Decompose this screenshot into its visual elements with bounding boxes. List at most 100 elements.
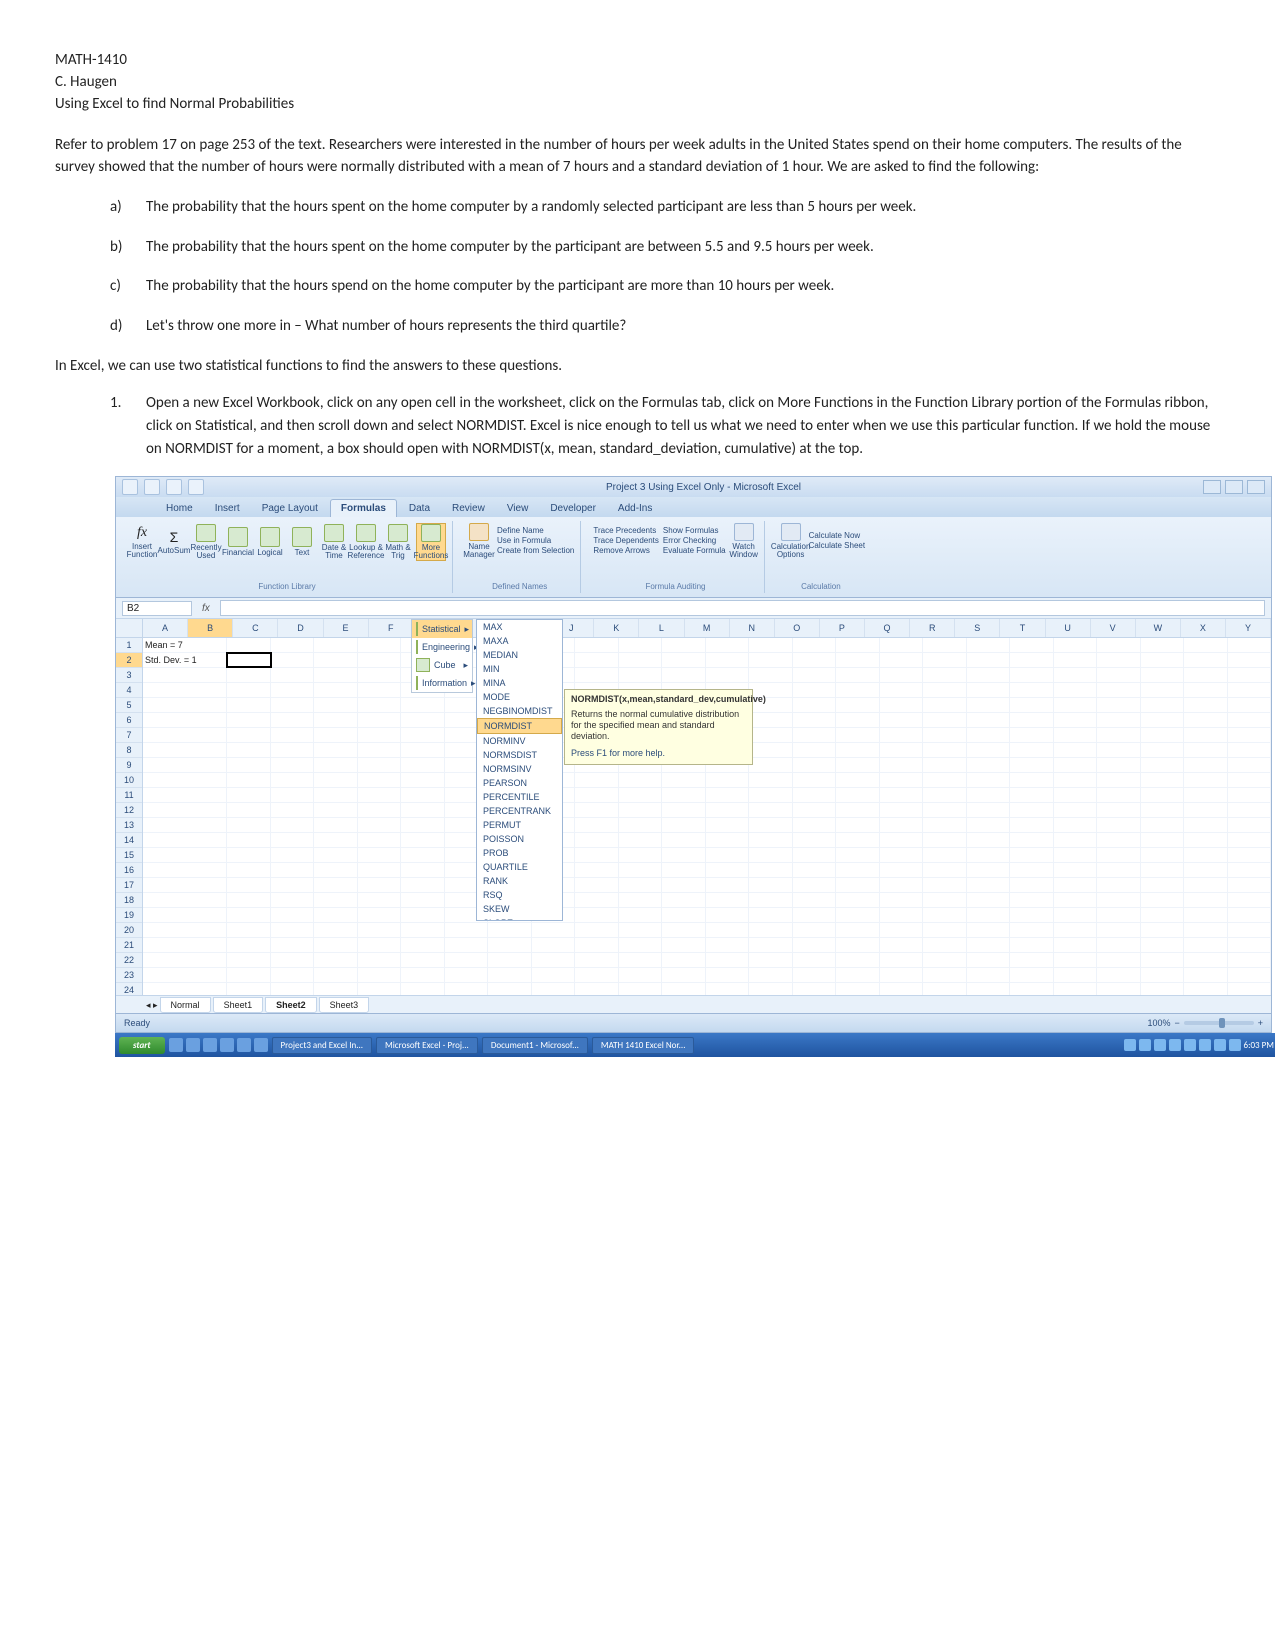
cell[interactable] — [880, 953, 924, 967]
cell[interactable] — [1228, 893, 1272, 907]
function-item[interactable]: MAXA — [477, 634, 562, 648]
cell[interactable] — [227, 968, 271, 982]
cell[interactable] — [1228, 938, 1272, 952]
error-checking-item[interactable]: Error Checking — [663, 536, 726, 546]
sheet-tab-sheet3[interactable]: Sheet3 — [319, 997, 370, 1013]
cell[interactable] — [1054, 818, 1098, 832]
remove-arrows-item[interactable]: Remove Arrows — [593, 546, 659, 556]
cell[interactable] — [836, 788, 880, 802]
cell[interactable] — [1010, 683, 1054, 697]
cell[interactable] — [314, 788, 358, 802]
cell[interactable] — [706, 638, 750, 652]
cell[interactable] — [1184, 878, 1228, 892]
cell[interactable] — [1097, 953, 1141, 967]
cell[interactable] — [662, 653, 706, 667]
menu-item-information[interactable]: Information▸ — [412, 674, 472, 692]
cell[interactable] — [445, 953, 489, 967]
cell[interactable] — [880, 893, 924, 907]
name-manager-button[interactable]: Name Manager — [465, 523, 493, 559]
cell[interactable] — [227, 698, 271, 712]
taskbar-item[interactable]: Document1 - Microsof... — [482, 1037, 588, 1054]
cell[interactable] — [793, 638, 837, 652]
cell[interactable] — [967, 878, 1011, 892]
cell[interactable] — [1010, 668, 1054, 682]
cell[interactable] — [358, 683, 402, 697]
cell[interactable] — [1141, 833, 1185, 847]
cell[interactable] — [227, 908, 271, 922]
cell[interactable] — [1184, 848, 1228, 862]
cell[interactable] — [619, 653, 663, 667]
cell[interactable] — [967, 833, 1011, 847]
row-header[interactable]: 1 — [116, 638, 142, 653]
undo-icon[interactable] — [166, 479, 182, 495]
sheet-tab-normal[interactable]: Normal — [160, 997, 211, 1013]
cell[interactable] — [271, 698, 315, 712]
cell[interactable] — [488, 953, 532, 967]
cell[interactable] — [1054, 743, 1098, 757]
tray-icon[interactable] — [1214, 1039, 1226, 1051]
cell[interactable] — [1228, 788, 1272, 802]
cell[interactable] — [532, 938, 576, 952]
cell[interactable] — [401, 803, 445, 817]
cell[interactable] — [619, 803, 663, 817]
cell[interactable] — [271, 668, 315, 682]
cell[interactable] — [662, 893, 706, 907]
cell[interactable] — [1141, 803, 1185, 817]
minimize-icon[interactable] — [1203, 480, 1221, 494]
function-item[interactable]: SLOPE — [477, 916, 562, 921]
cell[interactable] — [1228, 818, 1272, 832]
cell[interactable] — [271, 878, 315, 892]
cell[interactable] — [401, 728, 445, 742]
cell[interactable] — [662, 818, 706, 832]
tray-icon[interactable] — [1169, 1039, 1181, 1051]
cell[interactable] — [143, 878, 227, 892]
cell[interactable] — [1184, 908, 1228, 922]
text-button[interactable]: Text — [288, 524, 316, 560]
cell[interactable] — [1054, 653, 1098, 667]
show-formulas-item[interactable]: Show Formulas — [663, 526, 726, 536]
close-icon[interactable] — [1247, 480, 1265, 494]
cell[interactable] — [401, 923, 445, 937]
cell[interactable] — [967, 698, 1011, 712]
cell[interactable] — [1054, 728, 1098, 742]
cell[interactable] — [662, 773, 706, 787]
cell[interactable] — [143, 893, 227, 907]
cell[interactable] — [1097, 713, 1141, 727]
cell[interactable] — [706, 923, 750, 937]
cell[interactable] — [619, 968, 663, 982]
column-header[interactable]: S — [955, 619, 1000, 637]
cell[interactable] — [1184, 953, 1228, 967]
cell[interactable] — [358, 698, 402, 712]
column-header[interactable]: M — [685, 619, 730, 637]
cell[interactable] — [836, 713, 880, 727]
cell[interactable] — [923, 803, 967, 817]
cell[interactable] — [749, 848, 793, 862]
cell[interactable] — [271, 953, 315, 967]
cell[interactable] — [1097, 923, 1141, 937]
cell[interactable] — [1141, 893, 1185, 907]
cell[interactable] — [1141, 698, 1185, 712]
cell[interactable] — [401, 968, 445, 982]
cell[interactable] — [836, 863, 880, 877]
cell[interactable] — [271, 848, 315, 862]
cell[interactable] — [1054, 863, 1098, 877]
cell[interactable] — [1228, 863, 1272, 877]
cell[interactable] — [793, 893, 837, 907]
cell[interactable] — [706, 938, 750, 952]
cell[interactable] — [1184, 923, 1228, 937]
cell[interactable] — [880, 788, 924, 802]
cell[interactable] — [836, 668, 880, 682]
cell[interactable] — [314, 833, 358, 847]
cell[interactable] — [1097, 818, 1141, 832]
cell[interactable] — [967, 743, 1011, 757]
column-header[interactable]: V — [1091, 619, 1136, 637]
cell[interactable] — [1141, 683, 1185, 697]
cell[interactable] — [1184, 638, 1228, 652]
cell[interactable] — [1184, 938, 1228, 952]
zoom-control[interactable]: 100% −+ — [1147, 1018, 1263, 1028]
cell[interactable] — [401, 908, 445, 922]
column-header[interactable]: B — [188, 619, 233, 637]
row-header[interactable]: 16 — [116, 863, 142, 878]
tab-review[interactable]: Review — [442, 500, 495, 517]
cell[interactable] — [575, 878, 619, 892]
